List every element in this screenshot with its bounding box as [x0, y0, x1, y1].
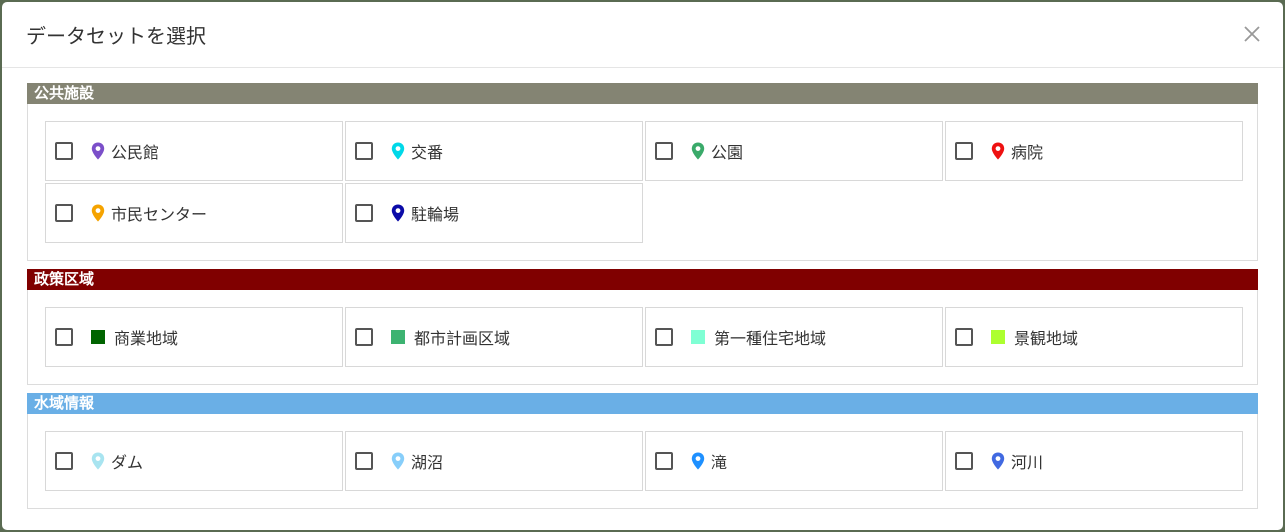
dataset-item[interactable]: ダム: [45, 431, 343, 491]
dataset-checkbox[interactable]: [655, 328, 673, 346]
dataset-label: 駐輪場: [411, 205, 460, 224]
dataset-item[interactable]: 商業地域: [45, 307, 343, 367]
map-pin-icon: [691, 452, 705, 470]
map-pin-icon: [991, 452, 1005, 470]
section-content: 公民館 交番 公園 病院市民センター 駐輪場: [27, 104, 1258, 261]
dataset-label: 商業地域: [114, 329, 179, 348]
dataset-item[interactable]: 滝: [645, 431, 943, 491]
dataset-checkbox[interactable]: [55, 204, 73, 222]
dataset-item[interactable]: 河川: [945, 431, 1243, 491]
color-swatch-icon: [391, 330, 405, 344]
map-pin-icon: [91, 142, 105, 160]
dataset-checkbox[interactable]: [955, 142, 973, 160]
dataset-item[interactable]: 交番: [345, 121, 643, 181]
modal-title: データセットを選択: [26, 24, 206, 48]
dataset-item[interactable]: 公園: [645, 121, 943, 181]
dataset-checkbox[interactable]: [655, 142, 673, 160]
close-button[interactable]: [1241, 23, 1263, 45]
dataset-label: 湖沼: [411, 453, 444, 472]
dataset-item[interactable]: 景観地域: [945, 307, 1243, 367]
dataset-label: 第一種住宅地域: [714, 329, 827, 348]
dataset-checkbox[interactable]: [355, 142, 373, 160]
dataset-label: 病院: [1011, 143, 1044, 162]
dataset-checkbox[interactable]: [55, 328, 73, 346]
dataset-item[interactable]: 駐輪場: [345, 183, 643, 243]
modal-header: データセットを選択: [2, 2, 1283, 68]
section-header: 政策区域: [27, 269, 1258, 290]
dataset-checkbox[interactable]: [355, 452, 373, 470]
section-content: 商業地域 都市計画区域 第一種住宅地域 景観地域: [27, 290, 1258, 385]
dataset-item[interactable]: 市民センター: [45, 183, 343, 243]
map-pin-icon: [391, 142, 405, 160]
close-icon: [1244, 26, 1260, 42]
dataset-label: 交番: [411, 143, 444, 162]
section-header: 公共施設: [27, 83, 1258, 104]
dataset-label: 河川: [1011, 453, 1044, 472]
dataset-item[interactable]: 公民館: [45, 121, 343, 181]
dataset-checkbox[interactable]: [355, 328, 373, 346]
dataset-label: 公園: [711, 143, 744, 162]
dataset-label: 都市計画区域: [414, 329, 511, 348]
dataset-item[interactable]: 第一種住宅地域: [645, 307, 943, 367]
section-header: 水域情報: [27, 393, 1258, 414]
color-swatch-icon: [91, 330, 105, 344]
section-content: ダム 湖沼 滝 河川: [27, 414, 1258, 509]
dataset-grid: 商業地域 都市計画区域 第一種住宅地域 景観地域: [45, 307, 1243, 367]
map-pin-icon: [391, 452, 405, 470]
dataset-checkbox[interactable]: [355, 204, 373, 222]
dataset-checkbox[interactable]: [955, 452, 973, 470]
dataset-label: 公民館: [111, 143, 160, 162]
dataset-label: 滝: [711, 453, 728, 472]
dataset-checkbox[interactable]: [55, 142, 73, 160]
dataset-label: ダム: [111, 453, 144, 472]
dataset-item[interactable]: 病院: [945, 121, 1243, 181]
dataset-grid: 公民館 交番 公園 病院市民センター 駐輪場: [45, 121, 1243, 243]
dataset-section: 政策区域商業地域 都市計画区域 第一種住宅地域 景観地域: [27, 269, 1258, 385]
dataset-select-modal: データセットを選択 公共施設公民館 交番 公園 病院市民センター 駐輪場政策区域商業地域…: [2, 2, 1283, 530]
map-pin-icon: [691, 142, 705, 160]
dataset-item[interactable]: 都市計画区域: [345, 307, 643, 367]
dataset-checkbox[interactable]: [55, 452, 73, 470]
color-swatch-icon: [691, 330, 705, 344]
dataset-label: 市民センター: [111, 205, 208, 224]
dataset-item[interactable]: 湖沼: [345, 431, 643, 491]
color-swatch-icon: [991, 330, 1005, 344]
dataset-checkbox[interactable]: [955, 328, 973, 346]
dataset-grid: ダム 湖沼 滝 河川: [45, 431, 1243, 491]
modal-body: 公共施設公民館 交番 公園 病院市民センター 駐輪場政策区域商業地域 都市計画区域 第一種住…: [2, 68, 1283, 509]
dataset-checkbox[interactable]: [655, 452, 673, 470]
map-pin-icon: [391, 204, 405, 222]
dataset-section: 水域情報ダム 湖沼 滝 河川: [27, 393, 1258, 509]
dataset-section: 公共施設公民館 交番 公園 病院市民センター 駐輪場: [27, 83, 1258, 261]
dataset-label: 景観地域: [1014, 329, 1079, 348]
map-pin-icon: [91, 452, 105, 470]
map-pin-icon: [91, 204, 105, 222]
map-pin-icon: [991, 142, 1005, 160]
